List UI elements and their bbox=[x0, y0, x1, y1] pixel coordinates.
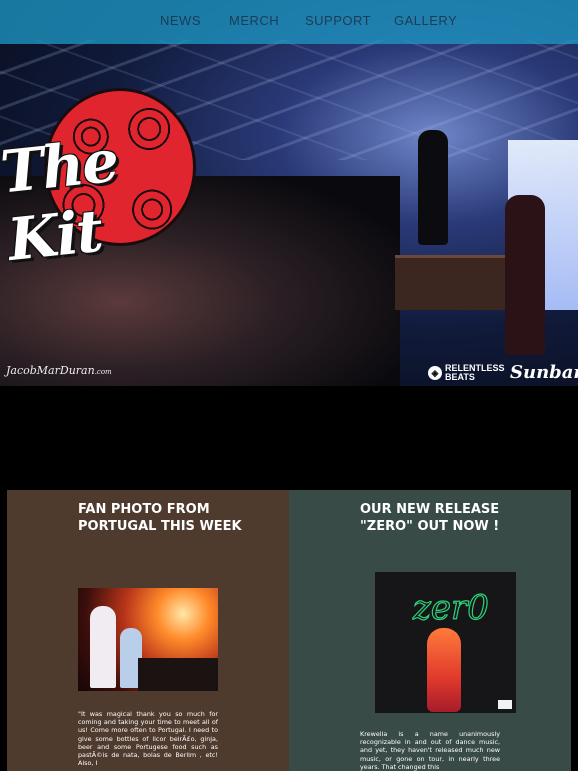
top-nav: NEWS MERCH SUPPORT GALLERY bbox=[0, 0, 578, 44]
sponsor-relentless-beats: ◈ RELENTLESS BEATS bbox=[428, 364, 505, 382]
logo-text: The Kit bbox=[0, 126, 121, 275]
card-body: Krewella is a name unanimously recogniza… bbox=[360, 730, 500, 771]
person bbox=[90, 606, 116, 688]
parental-advisory-icon bbox=[498, 700, 512, 709]
card-fan-photo[interactable]: FAN PHOTO FROM PORTUGAL THIS WEEK "It wa… bbox=[7, 490, 289, 771]
photo-credit: JacobMarDuran.com bbox=[6, 364, 112, 377]
card-new-release[interactable]: OUR NEW RELEASE "ZERO" OUT NOW ! zer0 Kr… bbox=[289, 490, 571, 771]
fan-photo-image[interactable] bbox=[78, 588, 218, 691]
nav-gallery[interactable]: GALLERY bbox=[394, 13, 457, 28]
card-title[interactable]: OUR NEW RELEASE "ZERO" OUT NOW ! bbox=[360, 501, 530, 535]
performer bbox=[505, 195, 545, 355]
performer bbox=[418, 130, 448, 245]
hero-photo: The Kit JacobMarDuran.com ◈ RELENTLESS B… bbox=[0, 0, 578, 386]
album-cover-image[interactable]: zer0 bbox=[375, 572, 516, 713]
site-logo[interactable]: The Kit bbox=[0, 88, 200, 274]
sponsor-sunbar: Sunbar bbox=[510, 362, 578, 383]
card-title[interactable]: FAN PHOTO FROM PORTUGAL THIS WEEK bbox=[78, 501, 248, 535]
dj-deck bbox=[138, 658, 218, 691]
sponsor-line: BEATS bbox=[445, 372, 475, 382]
card-body: "It was magical thank you so much for co… bbox=[78, 710, 218, 768]
news-cards: FAN PHOTO FROM PORTUGAL THIS WEEK "It wa… bbox=[7, 490, 571, 771]
album-title-art: zer0 bbox=[412, 587, 489, 628]
nav-merch[interactable]: MERCH bbox=[229, 13, 279, 28]
relentless-beats-icon: ◈ bbox=[428, 366, 442, 380]
nav-support[interactable]: SUPPORT bbox=[305, 13, 371, 28]
album-art-figure bbox=[427, 628, 461, 712]
photo-credit-name: JacobMarDuran bbox=[6, 364, 95, 377]
nav-news[interactable]: NEWS bbox=[160, 13, 201, 28]
photo-credit-suffix: .com bbox=[94, 368, 112, 376]
